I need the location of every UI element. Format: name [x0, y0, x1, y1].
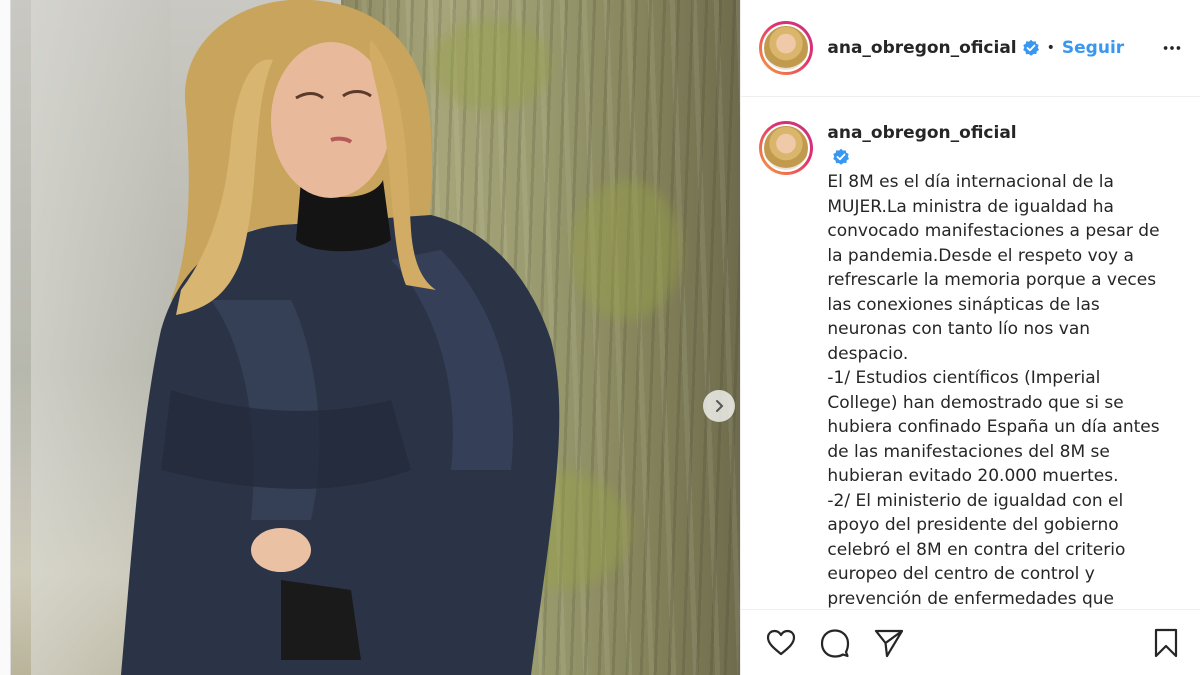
comment-button[interactable] [817, 625, 853, 661]
post-side-panel: ana_obregon_oficial • Seguir ana_obregon… [740, 0, 1200, 675]
instagram-post: ana_obregon_oficial • Seguir ana_obregon… [10, 0, 1200, 675]
bookmark-icon [1154, 628, 1178, 657]
caption-avatar[interactable] [759, 121, 814, 175]
follow-button[interactable]: Seguir [1062, 38, 1124, 58]
action-bar [741, 609, 1200, 675]
post-header: ana_obregon_oficial • Seguir [741, 0, 1200, 97]
next-photo-button[interactable] [703, 390, 735, 422]
woman-figure [121, 0, 560, 675]
author-username[interactable]: ana_obregon_oficial [827, 38, 1016, 58]
caption-text: El 8M es el día internacional de la MUJE… [827, 172, 1160, 609]
caption: ana_obregon_oficial El 8M es el día inte… [827, 121, 1163, 609]
comment-icon [821, 628, 850, 658]
caption-username[interactable]: ana_obregon_oficial [827, 123, 1016, 143]
avatar[interactable] [759, 21, 814, 75]
like-button[interactable] [763, 625, 799, 661]
caption-section: ana_obregon_oficial El 8M es el día inte… [741, 97, 1200, 609]
chevron-right-icon [716, 400, 724, 412]
heart-icon [767, 629, 796, 655]
avatar-image [762, 124, 811, 172]
share-button[interactable] [871, 625, 907, 661]
post-photo[interactable] [11, 0, 741, 675]
header-separator: • [1046, 40, 1055, 56]
save-button[interactable] [1148, 625, 1184, 661]
more-options-icon[interactable] [1160, 36, 1184, 60]
verified-badge-icon [832, 148, 850, 166]
paper-plane-icon [875, 629, 904, 657]
verified-badge-icon [1022, 39, 1040, 57]
avatar-image [762, 24, 811, 72]
